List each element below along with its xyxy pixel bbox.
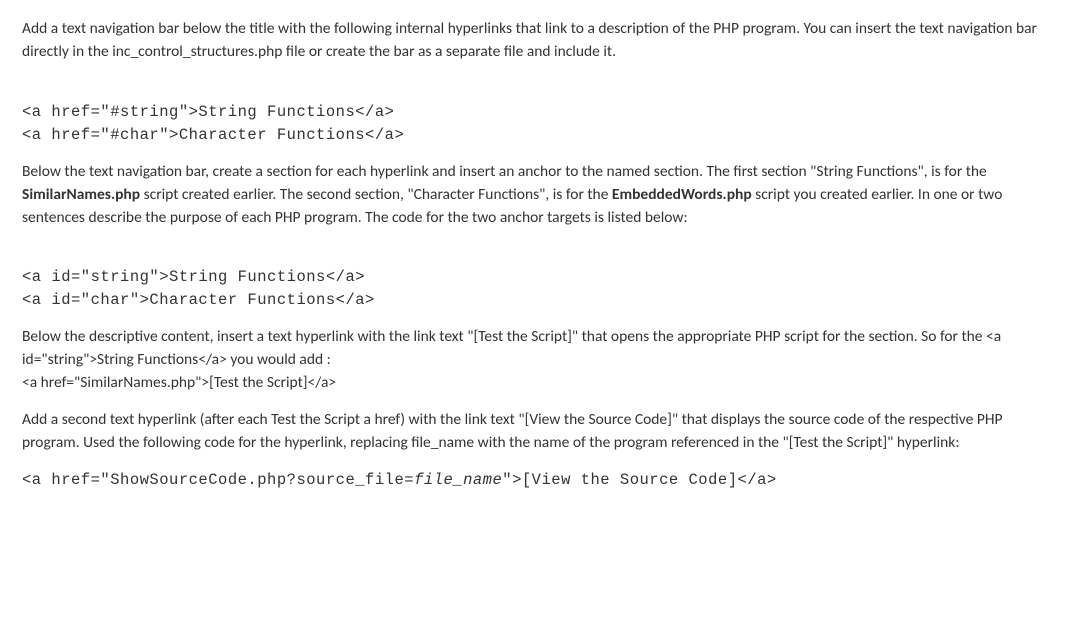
code-fragment: ">[View the Source Code]</a> [502,471,776,489]
para-view-source: Add a second text hyperlink (after each … [22,409,1050,455]
para-test-script: Below the descriptive content, insert a … [22,326,1050,395]
bold-similar-names: SimilarNames.php [22,185,140,204]
text-fragment: Below the text navigation bar, create a … [22,162,987,181]
code-line: <a href="#string">String Functions</a> [22,103,394,121]
code-line: <a id="string">String Functions</a> [22,268,365,286]
code-line: <a id="char">Character Functions</a> [22,291,375,309]
text-line: Below the descriptive content, insert a … [22,327,1001,369]
code-view-source-link: <a href="ShowSourceCode.php?source_file=… [22,469,1050,492]
bold-embedded-words: EmbeddedWords.php [612,185,752,204]
code-italic-filename: file_name [414,471,502,489]
code-anchor-targets: <a id="string">String Functions</a> <a i… [22,244,1050,313]
text-line: <a href="SimilarNames.php">[Test the Scr… [22,373,336,392]
para-nav-bar-intro: Add a text navigation bar below the titl… [22,18,1050,64]
code-nav-links: <a href="#string">String Functions</a> <… [22,78,1050,147]
text-fragment: script created earlier. The second secti… [140,185,612,204]
para-sections-intro: Below the text navigation bar, create a … [22,161,1050,230]
code-line: <a href="#char">Character Functions</a> [22,126,404,144]
code-fragment: <a href="ShowSourceCode.php?source_file= [22,471,414,489]
